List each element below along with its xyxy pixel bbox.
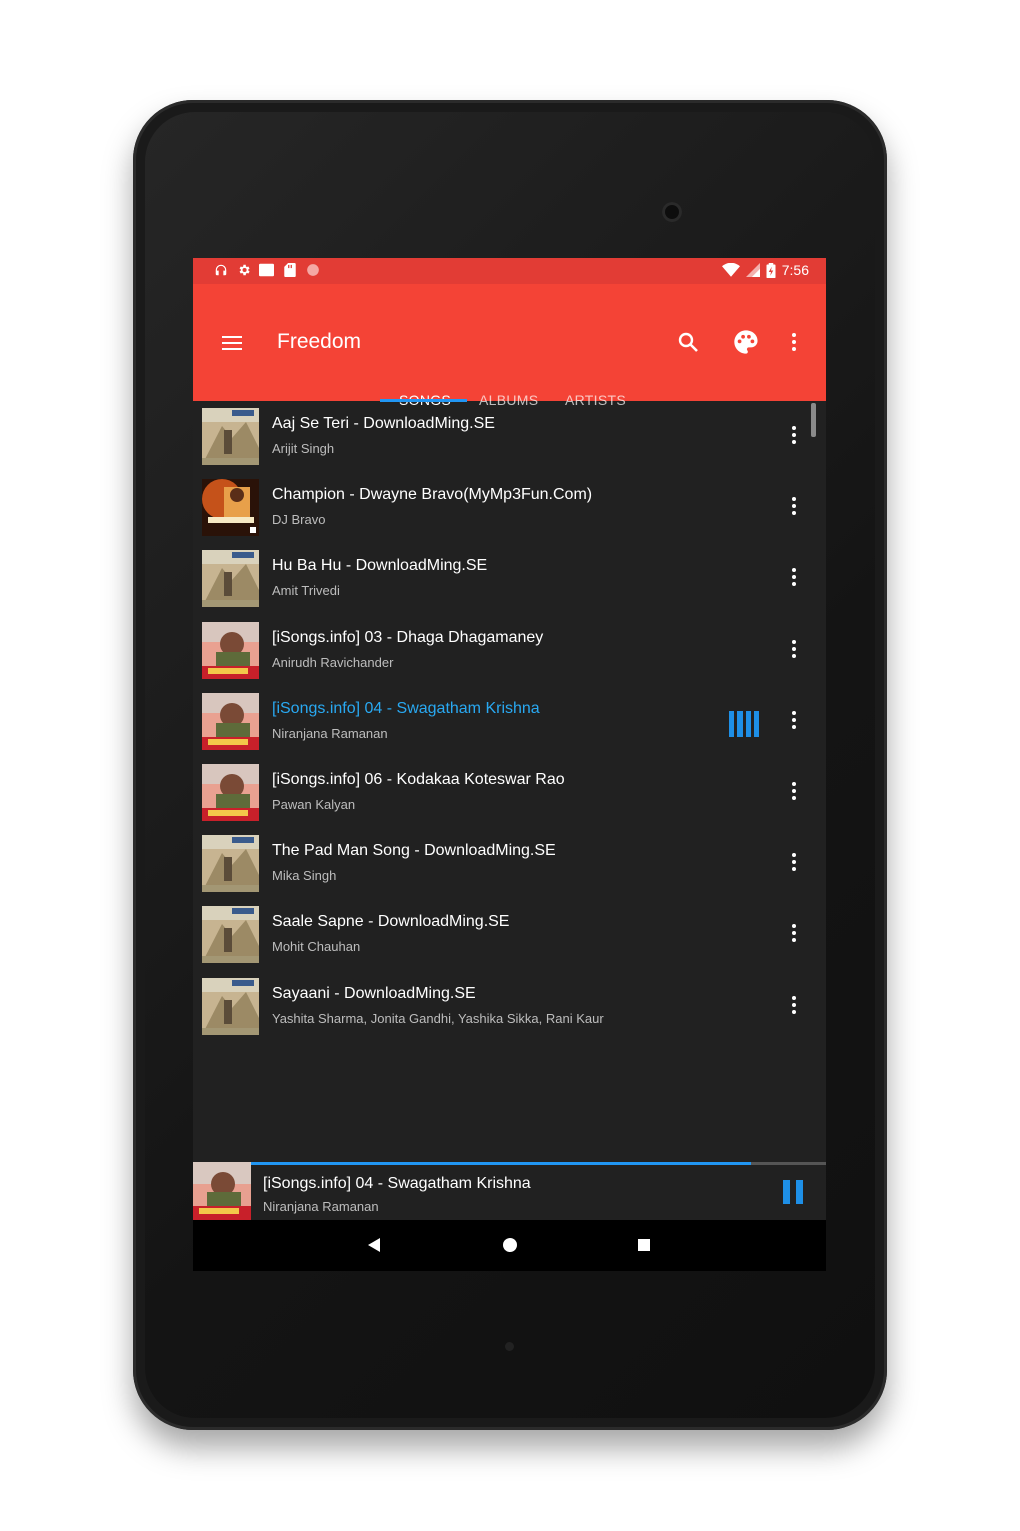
song-title: The Pad Man Song - DownloadMing.SE	[272, 842, 556, 860]
song-row[interactable]: The Pad Man Song - DownloadMing.SE Mika …	[193, 828, 826, 899]
song-title: [iSongs.info] 04 - Swagatham Krishna	[272, 699, 540, 717]
headphones-icon	[213, 263, 228, 277]
album-art	[202, 692, 259, 750]
signal-icon	[745, 263, 760, 277]
more-vert-icon[interactable]	[789, 639, 799, 660]
more-vert-icon[interactable]	[789, 426, 799, 446]
song-artist: DJ Bravo	[272, 512, 326, 528]
scrollbar[interactable]	[811, 403, 816, 437]
more-vert-icon[interactable]	[789, 853, 799, 873]
navigation-bar	[193, 1220, 826, 1271]
palette-icon[interactable]	[732, 328, 760, 356]
song-row[interactable]: [iSongs.info] 04 - Swagatham Krishna Nir…	[193, 686, 826, 757]
now-playing-artist: Niranjana Ramanan	[263, 1199, 379, 1214]
progress-bar[interactable]	[251, 1162, 751, 1165]
song-artist: Yashita Sharma, Jonita Gandhi, Yashika S…	[272, 1010, 604, 1026]
more-vert-icon[interactable]	[789, 333, 799, 353]
song-list[interactable]: Aaj Se Teri - DownloadMing.SE Arijit Sin…	[193, 401, 826, 1042]
song-row[interactable]: [iSongs.info] 06 - Kodakaa Koteswar Rao …	[193, 757, 826, 828]
album-art	[202, 479, 259, 537]
app-bar: Freedom SONGS ALBUMS ARTISTS	[193, 284, 826, 408]
album-art	[202, 835, 259, 893]
tab-bar: SONGS ALBUMS ARTISTS	[193, 378, 826, 408]
microphone	[505, 1342, 514, 1351]
record-icon	[305, 263, 320, 277]
album-art	[202, 408, 259, 465]
song-row[interactable]: Hu Ba Hu - DownloadMing.SE Amit Trivedi	[193, 543, 826, 614]
song-artist: Pawan Kalyan	[272, 796, 356, 812]
song-title: Aaj Se Teri - DownloadMing.SE	[272, 415, 495, 432]
notification-icons	[213, 263, 320, 277]
song-title: [iSongs.info] 06 - Kodakaa Koteswar Rao	[272, 770, 565, 788]
gear-icon	[236, 263, 251, 277]
song-title: Champion - Dwayne Bravo(MyMp3Fun.Com)	[272, 486, 593, 504]
home-icon[interactable]	[502, 1237, 518, 1253]
system-icons: 7:56	[721, 262, 809, 278]
more-vert-icon[interactable]	[789, 568, 799, 588]
pause-button[interactable]	[783, 1180, 805, 1204]
recents-icon[interactable]	[637, 1237, 651, 1253]
more-vert-icon[interactable]	[789, 924, 799, 944]
now-playing-title: [iSongs.info] 04 - Swagatham Krishna	[263, 1175, 531, 1192]
song-row[interactable]: Sayaani - DownloadMing.SE Yashita Sharma…	[193, 971, 826, 1042]
song-artist: Mika Singh	[272, 868, 337, 884]
album-art	[202, 550, 259, 608]
mini-player[interactable]: [iSongs.info] 04 - Swagatham Krishna Nir…	[193, 1162, 826, 1220]
menu-icon[interactable]	[222, 336, 242, 350]
search-icon[interactable]	[676, 328, 700, 356]
song-title: Hu Ba Hu - DownloadMing.SE	[272, 557, 488, 575]
more-vert-icon[interactable]	[789, 995, 799, 1016]
battery-icon	[766, 262, 776, 278]
album-art	[202, 977, 259, 1035]
song-title: Sayaani - DownloadMing.SE	[272, 984, 476, 1002]
album-art	[202, 621, 259, 679]
more-vert-icon[interactable]	[789, 710, 799, 731]
song-artist: Anirudh Ravichander	[272, 654, 394, 670]
album-art	[202, 763, 259, 821]
more-vert-icon[interactable]	[789, 497, 799, 517]
clock: 7:56	[781, 262, 809, 278]
song-artist: Niranjana Ramanan	[272, 725, 388, 741]
wifi-icon	[721, 263, 740, 277]
back-icon[interactable]	[367, 1237, 381, 1253]
song-row[interactable]: [iSongs.info] 03 - Dhaga Dhagamaney Anir…	[193, 615, 826, 686]
screen: 7:56 Freedom SONGS ALBUMS ARTISTS Aaj Se…	[193, 258, 826, 1271]
song-title: [iSongs.info] 03 - Dhaga Dhagamaney	[272, 628, 544, 646]
app-title: Freedom	[277, 330, 362, 353]
song-artist: Amit Trivedi	[272, 583, 340, 599]
song-title: Saale Sapne - DownloadMing.SE	[272, 913, 510, 931]
now-playing-album-art	[193, 1162, 251, 1220]
photo-icon	[259, 263, 274, 277]
front-camera	[662, 202, 682, 222]
sd-card-icon	[282, 263, 297, 277]
song-artist: Mohit Chauhan	[272, 939, 361, 955]
more-vert-icon[interactable]	[789, 781, 799, 802]
now-playing-equalizer-icon	[729, 710, 759, 737]
song-row[interactable]: Aaj Se Teri - DownloadMing.SE Arijit Sin…	[193, 401, 826, 472]
song-artist: Arijit Singh	[272, 441, 335, 456]
song-row[interactable]: Saale Sapne - DownloadMing.SE Mohit Chau…	[193, 899, 826, 970]
song-row[interactable]: Champion - Dwayne Bravo(MyMp3Fun.Com) DJ…	[193, 472, 826, 543]
album-art	[202, 906, 259, 964]
status-bar: 7:56	[193, 258, 826, 284]
